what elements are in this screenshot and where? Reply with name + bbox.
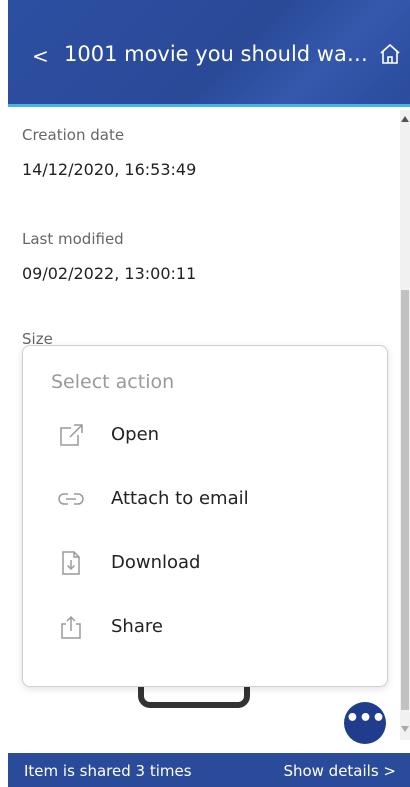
open-label: Open — [111, 424, 160, 445]
scroll-up-arrow[interactable] — [401, 116, 409, 122]
download-label: Download — [111, 552, 201, 573]
share-label: Share — [111, 616, 163, 637]
share-icon — [61, 615, 81, 639]
creation-date-value: 14/12/2020, 16:53:49 — [22, 160, 197, 179]
creation-date-label: Creation date — [22, 126, 125, 144]
panel-heading: Select action — [51, 371, 175, 393]
scrollbar[interactable] — [400, 110, 410, 740]
header-bar: < 1001 movie you should watc... — [8, 0, 410, 107]
link-icon — [58, 493, 84, 505]
last-modified-value: 09/02/2022, 13:00:11 — [22, 264, 197, 283]
home-icon[interactable] — [378, 42, 402, 66]
external-link-icon — [60, 424, 83, 446]
show-details-link[interactable]: Show details > — [283, 762, 396, 780]
back-button[interactable]: < — [32, 44, 49, 68]
select-action-panel: Select action Open Attach to email Downl… — [22, 345, 388, 687]
shared-status-text: Item is shared 3 times — [24, 762, 192, 780]
scrollbar-thumb[interactable] — [401, 290, 409, 710]
attach-to-email-label: Attach to email — [111, 488, 249, 509]
last-modified-label: Last modified — [22, 230, 124, 248]
download-action[interactable]: Download — [23, 538, 387, 588]
share-action[interactable]: Share — [23, 602, 387, 652]
more-actions-button[interactable]: ••• — [344, 702, 386, 744]
page-title: 1001 movie you should watc... — [64, 42, 374, 66]
more-icon: ••• — [345, 706, 385, 731]
download-icon — [62, 551, 80, 575]
open-action[interactable]: Open — [23, 410, 387, 460]
footer-bar: Item is shared 3 times Show details > — [8, 753, 410, 787]
scroll-down-arrow[interactable] — [401, 726, 409, 732]
attach-to-email-action[interactable]: Attach to email — [23, 474, 387, 524]
